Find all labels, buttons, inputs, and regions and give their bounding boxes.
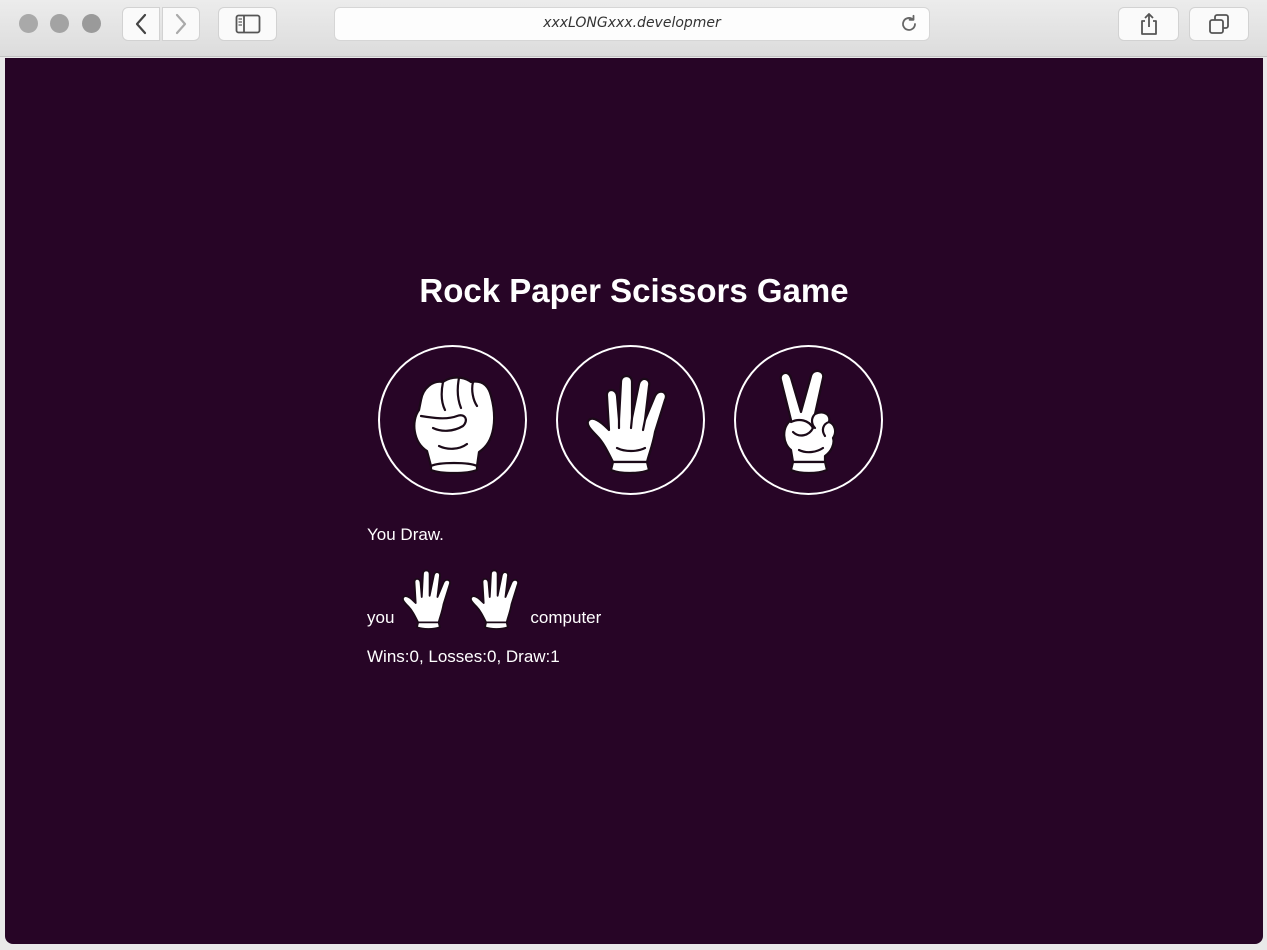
peace-hand-icon (779, 369, 836, 474)
player-move-icon (402, 569, 452, 630)
zoom-window-button[interactable] (82, 14, 101, 33)
paper-choice-button[interactable] (556, 345, 705, 495)
close-window-button[interactable] (19, 14, 38, 33)
tabs-icon (1209, 14, 1229, 34)
browser-toolbar: xxxLONGxxx.developmer (0, 0, 1267, 57)
tabs-button[interactable] (1189, 7, 1249, 41)
reload-icon[interactable] (899, 14, 919, 34)
sidebar-button[interactable] (218, 7, 277, 41)
minimize-window-button[interactable] (50, 14, 69, 33)
forward-button[interactable] (162, 7, 200, 41)
you-label: you (367, 608, 395, 627)
computer-label: computer (530, 608, 602, 627)
back-button[interactable] (122, 7, 160, 41)
result-message: You Draw. (367, 525, 444, 544)
open-hand-icon (586, 374, 667, 474)
page-title: Rock Paper Scissors Game (419, 272, 849, 309)
forward-arrow-icon (175, 13, 187, 35)
fist-hand-icon (412, 376, 495, 474)
score-text: Wins:0, Losses:0, Draw:1 (367, 647, 560, 666)
computer-move-icon (470, 569, 520, 630)
page-viewport: Rock Paper Scissors Game You Draw. you c… (5, 58, 1263, 944)
scissors-choice-button[interactable] (734, 345, 883, 495)
moves-row: you computer (367, 560, 601, 630)
back-arrow-icon (135, 13, 147, 35)
rock-choice-button[interactable] (378, 345, 527, 495)
address-bar[interactable]: xxxLONGxxx.developmer (334, 7, 930, 41)
sidebar-icon (235, 14, 260, 34)
share-icon (1140, 13, 1157, 35)
share-button[interactable] (1118, 7, 1179, 41)
url-text: xxxLONGxxx.developmer (543, 15, 721, 31)
